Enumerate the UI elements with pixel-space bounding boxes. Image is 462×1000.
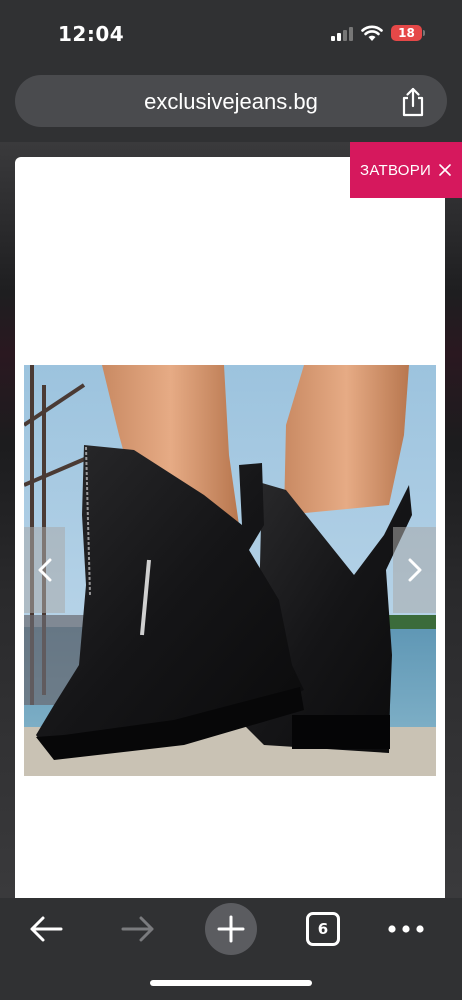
tab-switcher-button[interactable]: 6 (306, 912, 340, 946)
chevron-right-icon (408, 558, 421, 582)
battery-level: 18 (398, 26, 415, 40)
next-image-button[interactable] (393, 527, 436, 613)
image-lightbox (15, 157, 445, 898)
forward-arrow-icon[interactable] (120, 915, 156, 943)
status-bar: 12:04 18 (0, 0, 462, 62)
boots-image (24, 365, 436, 776)
plus-icon (217, 915, 245, 943)
close-label: ЗАТВОРИ (360, 161, 432, 179)
share-icon[interactable] (399, 87, 427, 117)
battery-tip (423, 30, 425, 36)
browser-toolbar: 6 (0, 898, 462, 1000)
close-icon (439, 164, 451, 176)
new-tab-button[interactable] (205, 903, 257, 955)
chevron-left-icon (38, 558, 51, 582)
browser-address-area: exclusivejeans.bg (0, 62, 462, 142)
more-dots-icon[interactable] (386, 920, 426, 938)
close-lightbox-button[interactable]: ЗАТВОРИ (350, 142, 462, 198)
prev-image-button[interactable] (24, 527, 65, 613)
url-text[interactable]: exclusivejeans.bg (15, 89, 447, 115)
product-photo (24, 365, 436, 776)
battery-indicator: 18 (391, 25, 422, 41)
cellular-signal-icon (331, 27, 353, 41)
status-time: 12:04 (58, 22, 125, 46)
back-arrow-icon[interactable] (28, 915, 64, 943)
tab-count: 6 (317, 920, 329, 938)
home-indicator (150, 980, 312, 986)
address-bar[interactable]: exclusivejeans.bg (15, 75, 447, 127)
web-page: ЗАТВОРИ (0, 142, 462, 898)
wifi-icon (361, 25, 383, 41)
